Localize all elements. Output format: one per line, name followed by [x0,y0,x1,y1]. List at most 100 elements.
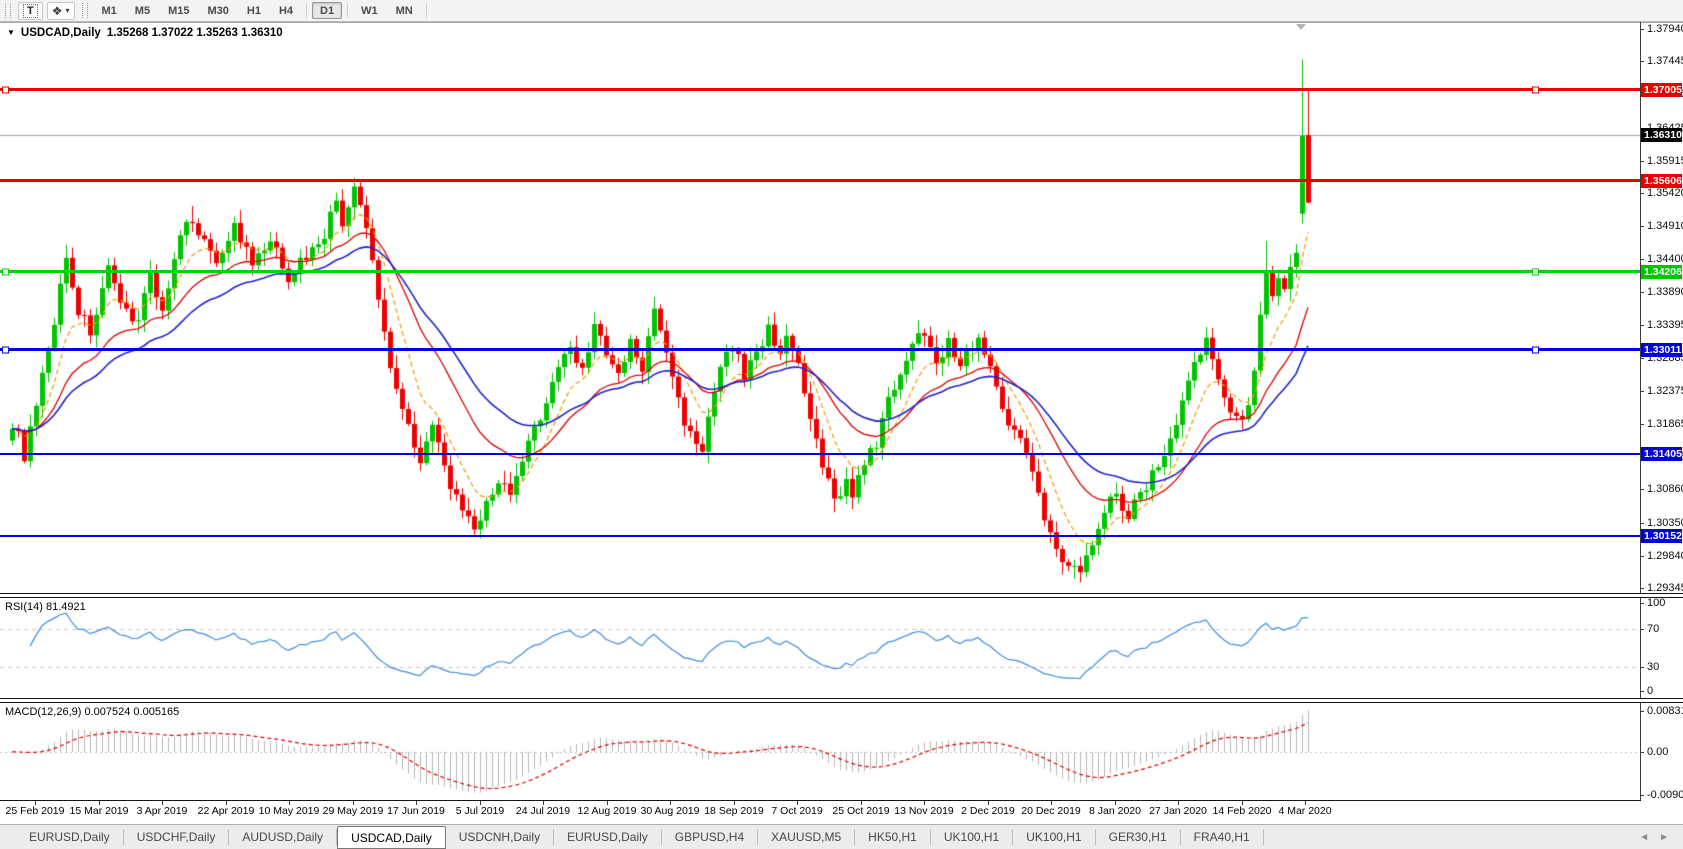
price-axis-tick-label: 1.30350 [1647,517,1683,529]
text-tool-icon: T [23,4,38,18]
resistance-line-upper[interactable] [0,88,1640,91]
price-axis-tickmark [1640,523,1644,524]
date-axis-label: 14 Feb 2020 [1213,805,1272,817]
chart-tab-usdcaddaily[interactable]: USDCAD,Daily [337,826,446,849]
main-chart-panel [0,22,1683,593]
price-label-1.30152: 1.30152 [1641,529,1682,543]
chart-tab-gbpusdh4[interactable]: GBPUSD,H4 [662,829,758,845]
chart-tab-usdcnhdaily[interactable]: USDCNH,Daily [446,829,554,845]
macd-canvas[interactable] [0,703,1640,800]
timeframe-toolbar: M1M5M15M30H1H4 D1 W1MN [93,0,431,21]
date-axis-label: 18 Sep 2019 [704,805,764,817]
blue-level-line-1[interactable] [0,348,1640,351]
rsi-axis-tick-label: 0 [1647,685,1653,697]
timeframe-button-H1[interactable]: H1 [239,2,269,19]
macd-axis-tickmark [1640,752,1644,753]
price-axis-tick-label: 1.31865 [1647,418,1683,430]
macd-label: MACD(12,26,9) 0.007524 0.005165 [5,706,179,718]
price-axis-tick-label: 1.35420 [1647,187,1683,199]
date-axis-label: 25 Oct 2019 [832,805,889,817]
blue-level-line-2[interactable] [0,453,1640,455]
rsi-axis-tick-label: 100 [1647,597,1665,609]
chart-tab-xauusdm5[interactable]: XAUUSD,M5 [758,829,855,845]
date-axis-label: 2 Dec 2019 [961,805,1015,817]
date-axis-label: 13 Nov 2019 [894,805,954,817]
chart-tab-usdchfdaily[interactable]: USDCHF,Daily [124,829,230,845]
chart-top-border [0,22,1683,23]
chart-tab-eurusddaily[interactable]: EURUSD,Daily [554,829,662,845]
date-axis-label: 3 Apr 2019 [137,805,188,817]
price-axis-tickmark [1640,391,1644,392]
chart-tab-hk50h1[interactable]: HK50,H1 [855,829,931,845]
date-axis-label: 12 Aug 2019 [578,805,637,817]
blue-level-line-3[interactable] [0,535,1640,537]
timeframe-button-M30[interactable]: M30 [199,2,236,19]
date-axis-label: 29 May 2019 [323,805,384,817]
resistance-line-upper-handle[interactable] [1532,86,1539,93]
rsi-axis-tick-label: 30 [1647,661,1659,673]
timeframe-button-M15[interactable]: M15 [160,2,197,19]
tab-scroll-left-icon[interactable]: ◄ [1639,832,1649,843]
price-axis-tickmark [1640,489,1644,490]
rsi-axis-tickmark [1640,667,1644,668]
price-axis-tickmark [1640,556,1644,557]
chart-title: ▼ USDCAD,Daily 1.35268 1.37022 1.35263 1… [7,27,283,39]
text-label-tool-button[interactable]: T [18,2,43,20]
green-level-line[interactable] [0,270,1640,273]
symbol-dropdown-icon[interactable]: ▼ [7,29,15,37]
timeframe-button-W1[interactable]: W1 [353,2,386,19]
chart-tab-bar: EURUSD,DailyUSDCHF,DailyAUDUSD,DailyUSDC… [0,824,1683,849]
timeframe-button-MN[interactable]: MN [388,2,421,19]
macd-axis-tick-label: -0.009071 [1647,789,1683,801]
chart-tab-uk100h1[interactable]: UK100,H1 [931,829,1013,845]
price-axis-tickmark [1640,292,1644,293]
timeframe-button-H4[interactable]: H4 [271,2,301,19]
chart-tab-eurusddaily[interactable]: EURUSD,Daily [16,829,124,845]
resistance-line-lower[interactable] [0,179,1640,182]
panel-divider[interactable] [0,593,1683,598]
price-axis-tick-label: 1.30860 [1647,483,1683,495]
tab-scroll-right-icon[interactable]: ► [1659,832,1669,843]
rsi-canvas[interactable] [0,598,1640,698]
chart-tab-audusddaily[interactable]: AUDUSD,Daily [229,829,337,845]
price-label-1.34206: 1.34206 [1641,265,1682,279]
green-level-line-handle[interactable] [2,268,9,275]
price-axis-tickmark [1640,193,1644,194]
time-axis-border [0,800,1641,801]
macd-panel [0,703,1683,800]
timeframe-button-D1[interactable]: D1 [312,2,342,19]
rsi-panel [0,598,1683,698]
arrows-object-icon: ❖ [52,5,63,17]
price-axis-tick-label: 1.34910 [1647,220,1683,232]
chart-tab-ger30h1[interactable]: GER30,H1 [1096,829,1181,845]
chart-shift-marker-icon [1296,24,1306,30]
date-axis-label: 4 Mar 2020 [1278,805,1331,817]
price-axis-tick-label: 1.34400 [1647,253,1683,265]
chart-tab-fra40h1[interactable]: FRA40,H1 [1181,829,1264,845]
date-axis-label: 10 May 2019 [259,805,320,817]
blue-level-line-1-handle[interactable] [1532,346,1539,353]
timeframe-button-M5[interactable]: M5 [127,2,158,19]
chart-tab-uk100h1[interactable]: UK100,H1 [1013,829,1095,845]
date-axis-label: 20 Dec 2019 [1021,805,1081,817]
toolbar-grip[interactable] [82,3,88,18]
panel-divider[interactable] [0,698,1683,703]
blue-level-line-1-handle[interactable] [2,346,9,353]
price-label-1.35606: 1.35606 [1641,174,1682,188]
price-axis-tickmark [1640,226,1644,227]
arrow-objects-button[interactable]: ❖ ▾ [47,2,75,20]
date-axis-label: 22 Apr 2019 [198,805,255,817]
price-axis-tickmark [1640,259,1644,260]
timeframe-button-M1[interactable]: M1 [94,2,125,19]
price-axis-tick-label: 1.37445 [1647,55,1683,67]
date-axis-label: 30 Aug 2019 [641,805,700,817]
toolbar: T ❖ ▾ M1M5M15M30H1H4 D1 W1MN [0,0,1683,22]
rsi-axis-tickmark [1640,603,1644,604]
price-axis-tick-label: 1.33890 [1647,286,1683,298]
toolbar-separator [306,3,307,18]
main-chart-canvas[interactable] [0,22,1640,593]
toolbar-grip[interactable] [5,3,11,18]
rsi-axis-tickmark [1640,629,1644,630]
green-level-line-handle[interactable] [1532,268,1539,275]
resistance-line-upper-handle[interactable] [2,86,9,93]
